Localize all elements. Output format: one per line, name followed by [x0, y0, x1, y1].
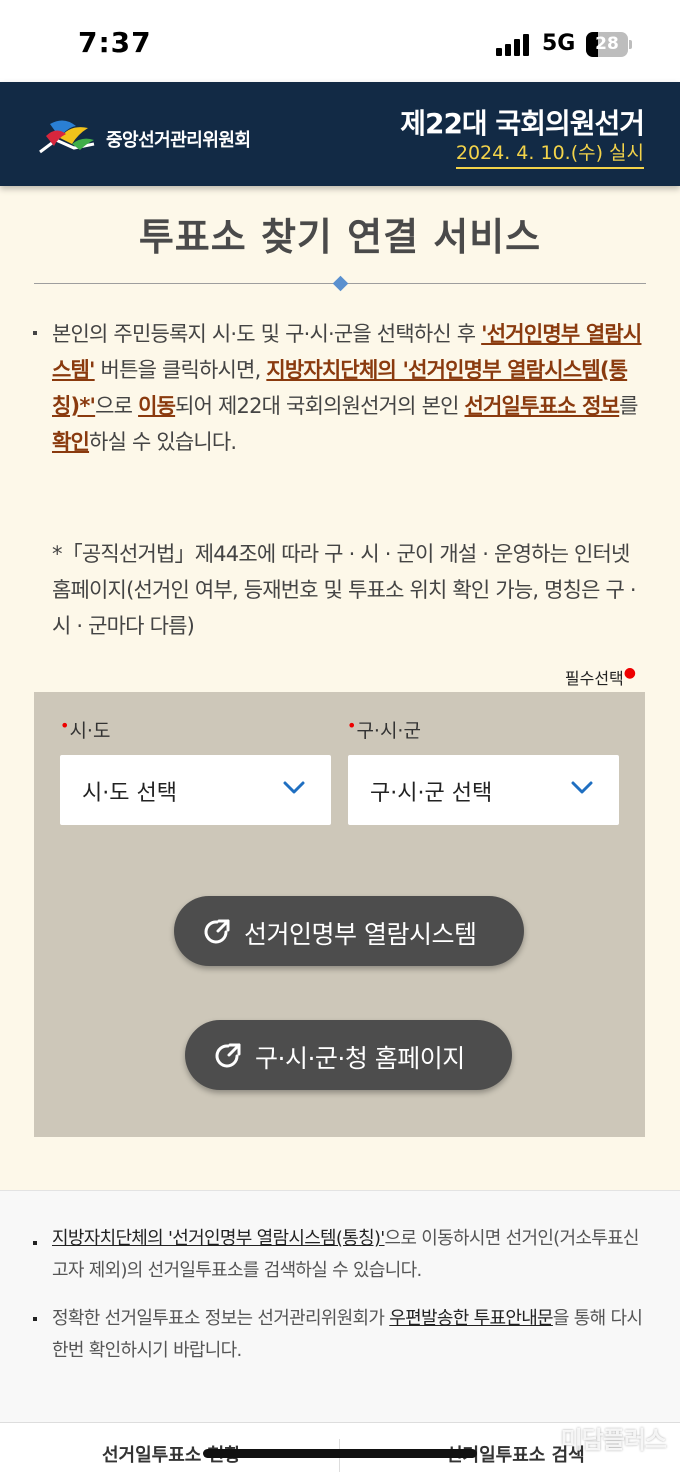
chevron-down-icon [283, 781, 305, 794]
election-title: 제22대 국회의원선거 [400, 107, 645, 140]
info-section: 지방자치단체의 '선거인명부 열람시스템(통칭)'으로 이동하시면 선거인(거소… [0, 1190, 680, 1422]
desc-text: 되어 제22대 국회의원선거의 본인 [175, 394, 465, 418]
local-homepage-button[interactable]: 구·시·군·청 홈페이지 [185, 1020, 512, 1090]
org-name: 중앙선거관리위원회 [106, 130, 251, 151]
voter-list-system-button[interactable]: 선거인명부 열람시스템 [174, 896, 524, 966]
service-description: 본인의 주민등록지 시·도 및 구·시·군을 선택하신 후 '선거인명부 열람시… [52, 316, 642, 460]
local-homepage-label: 구·시·군·청 홈페이지 [255, 1044, 465, 1073]
battery-icon: 28 [586, 32, 632, 57]
sido-label: •시·도 [60, 716, 110, 743]
page-title: 투표소 찾기 연결 서비스 [138, 215, 542, 259]
election-date: 2024. 4. 10.(수) 실시 [455, 138, 644, 169]
divider-diamond-icon [332, 275, 349, 292]
required-star-icon: • [60, 716, 70, 735]
gusigun-label: •구·시·군 [347, 716, 421, 743]
nec-logo-icon[interactable] [36, 114, 98, 156]
gusigun-select-value: 구·시·군 선택 [370, 781, 493, 806]
desc-text: 으로 [95, 394, 139, 418]
site-header: 중앙선거관리위원회 제22대 국회의원선거 2024. 4. 10.(수) 실시 [0, 82, 680, 186]
info-text: 정확한 선거일투표소 정보는 선거관리위원회가 [52, 1308, 390, 1329]
status-time: 7:37 [78, 26, 152, 59]
sido-label-text: 시·도 [69, 720, 111, 742]
voter-list-system-label: 선거인명부 열람시스템 [244, 920, 477, 949]
network-type: 5G [542, 31, 576, 56]
required-dot-icon: ● [623, 665, 636, 681]
required-note-label: 필수선택 [564, 669, 624, 688]
voting-guide-link[interactable]: 우편발송한 투표안내문 [389, 1308, 553, 1329]
desc-text: 본인의 주민등록지 시·도 및 구·시·군을 선택하신 후 [52, 322, 482, 346]
sido-select-value: 시·도 선택 [82, 781, 177, 806]
home-indicator[interactable] [203, 1449, 477, 1458]
gusigun-select[interactable]: 구·시·군 선택 [348, 755, 619, 825]
sido-select[interactable]: 시·도 선택 [60, 755, 331, 825]
watermark: 미담플러스 [560, 1426, 667, 1454]
desc-highlight-move: 이동 [138, 394, 176, 418]
law-footnote: *「공직선거법」제44조에 따라 구 · 시 · 군이 개설 · 운영하는 인터… [52, 542, 637, 638]
bullet-icon [33, 1317, 37, 1321]
desc-highlight-polling-info: 선거일투표소 정보 [464, 394, 620, 418]
bullet-icon [33, 1241, 37, 1245]
gusigun-label-text: 구·시·군 [356, 720, 421, 742]
bullet-icon [33, 331, 37, 335]
external-link-icon [215, 1043, 241, 1068]
required-star-icon: • [347, 716, 357, 735]
info-item: 정확한 선거일투표소 정보는 선거관리위원회가 우편발송한 투표안내문을 통해 … [52, 1303, 652, 1367]
desc-highlight-confirm: 확인 [52, 430, 90, 454]
info-item: 지방자치단체의 '선거인명부 열람시스템(통칭)'으로 이동하시면 선거인(거소… [52, 1223, 652, 1287]
chevron-down-icon [571, 781, 593, 794]
desc-text: 버튼을 클릭하시면, [94, 358, 267, 382]
signal-icon [496, 34, 532, 56]
status-bar: 7:37 5G 28 [0, 0, 680, 82]
external-link-icon [204, 919, 230, 944]
region-select-panel: •시·도 시·도 선택 •구·시·군 구·시·군 선택 선거인명부 열람시스템 … [34, 692, 645, 1137]
required-note: 필수선택● [565, 665, 636, 689]
local-voter-system-link[interactable]: 지방자치단체의 '선거인명부 열람시스템(통칭)' [52, 1228, 385, 1249]
battery-percent: 28 [595, 34, 619, 54]
desc-text: 하실 수 있습니다. [89, 430, 237, 454]
desc-text: 를 [619, 394, 638, 418]
